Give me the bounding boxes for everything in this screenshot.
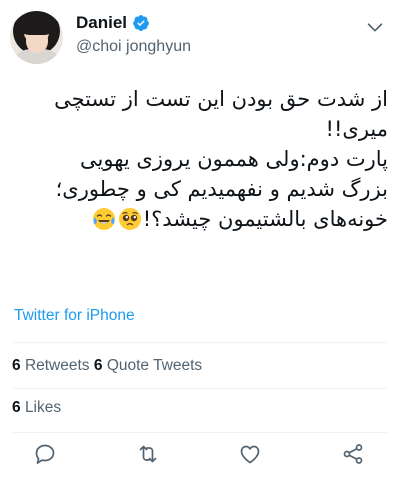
tweet-line: پارت دوم:ولی هممون یروزی یهویی [80,147,388,171]
avatar[interactable] [10,11,63,64]
more-options-icon[interactable] [364,16,386,38]
divider [12,432,388,433]
share-button[interactable] [341,442,365,466]
tweet-actions-bar [0,440,400,470]
retweet-icon [139,445,157,463]
face-with-tears-of-joy-icon [92,208,115,230]
quotes-stat[interactable]: 6 Quote Tweets [94,357,202,374]
retweets-label: Retweets [24,357,90,374]
tweet-line: خونه‌های بالشتیمون چیشد؟! [142,207,388,231]
tweet-line-with-emoji: خونه‌های بالشتیمون چیشد؟! [12,204,388,234]
avatar-hair [20,17,54,35]
likes-count: 6 [12,399,21,416]
emoji-group [91,207,143,231]
reply-icon [35,444,55,464]
retweet-button[interactable] [136,442,160,466]
retweets-count: 6 [12,357,21,374]
divider [12,388,388,389]
quotes-label: Quote Tweets [106,357,203,374]
quotes-count: 6 [93,357,103,374]
likes-stat[interactable]: 6 Likes [12,399,61,417]
tweet-line: از شدت حق بودن این تست از تستچی [54,87,388,111]
retweets-stat[interactable]: 6 Retweets [12,357,90,374]
author-display-name[interactable]: Daniel [76,13,127,33]
tweet-source-link[interactable]: Twitter for iPhone [14,307,135,325]
author-name-row[interactable]: Daniel [76,13,150,33]
like-icon [240,445,260,464]
author-handle[interactable]: @choi jonghyun [76,38,191,56]
divider [12,342,388,343]
share-icon [343,444,363,464]
tweet-text: از شدت حق بودن این تست از تستچی میری!! پ… [12,84,388,234]
pleading-face-icon [118,208,141,230]
tweet-line: میری!! [325,117,388,141]
likes-label: Likes [24,399,62,416]
tweet-header: Daniel @choi jonghyun [0,0,400,80]
reply-button[interactable] [33,442,57,466]
tweet-line: بزرگ شدیم و نفهمیدیم کی و چطوری؛ [55,177,388,201]
retweet-stats-row: 6 Retweets 6 Quote Tweets [12,357,202,375]
like-button[interactable] [238,442,262,466]
verified-badge-icon [133,15,149,31]
